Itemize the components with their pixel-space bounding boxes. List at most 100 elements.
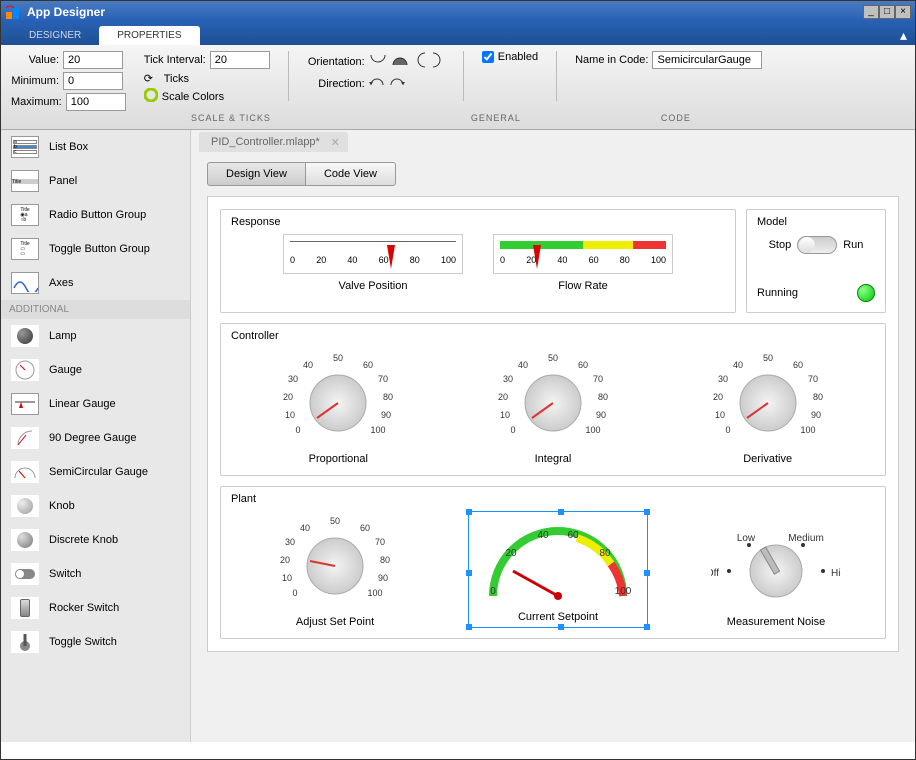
svg-text:70: 70 [378, 374, 388, 384]
direction-label: Direction: [307, 78, 365, 90]
tick-interval-input[interactable] [210, 51, 270, 69]
ribbon-panel: Value: Minimum: Maximum: Tick Interval: … [1, 45, 915, 130]
code-view-tab[interactable]: Code View [306, 162, 396, 186]
svg-text:90: 90 [811, 410, 821, 420]
orient-up-icon[interactable] [391, 53, 409, 70]
response-group[interactable]: Response 020406080100 Valve Position [220, 209, 736, 313]
palette-switch[interactable]: Switch [1, 557, 190, 591]
svg-text:70: 70 [808, 374, 818, 384]
palette-knob[interactable]: Knob [1, 489, 190, 523]
palette-toggle-group[interactable]: Title▭▭Toggle Button Group [1, 232, 190, 266]
file-tab[interactable]: PID_Controller.mlapp*✕ [199, 132, 348, 152]
adjust-setpoint-knob[interactable]: 0102030405060708090100 Adjust Set Point [260, 511, 410, 628]
name-in-code-input[interactable] [652, 51, 762, 69]
svg-text:60: 60 [567, 530, 579, 541]
proportional-knob[interactable]: 0102030405060708090100 Proportional [263, 348, 413, 465]
svg-text:40: 40 [518, 360, 528, 370]
tab-designer[interactable]: DESIGNER [11, 26, 99, 45]
svg-text:100: 100 [371, 425, 386, 435]
direction-ccw-icon[interactable] [369, 75, 385, 92]
integral-knob[interactable]: 0102030405060708090100 Integral [478, 348, 628, 465]
svg-text:100: 100 [800, 425, 815, 435]
palette-axes[interactable]: Axes [1, 266, 190, 300]
svg-text:Low: Low [737, 533, 756, 544]
min-label: Minimum: [11, 75, 59, 87]
palette-gauge[interactable]: Gauge [1, 353, 190, 387]
enabled-label: Enabled [498, 51, 538, 63]
name-in-code-label: Name in Code: [575, 54, 648, 66]
value-input[interactable] [63, 51, 123, 69]
design-canvas[interactable]: Response 020406080100 Valve Position [207, 196, 899, 652]
direction-cw-icon[interactable] [389, 75, 405, 92]
stop-label: Stop [769, 239, 792, 251]
ribbon-collapse-icon[interactable]: ▴ [900, 27, 907, 44]
palette-discrete-knob[interactable]: Discrete Knob [1, 523, 190, 557]
svg-text:20: 20 [498, 392, 508, 402]
tick-interval-label: Tick Interval: [144, 54, 206, 66]
svg-text:80: 80 [598, 392, 608, 402]
minimize-button[interactable]: _ [863, 5, 879, 19]
svg-text:100: 100 [367, 588, 382, 598]
window-title: App Designer [27, 5, 863, 19]
tab-properties[interactable]: PROPERTIES [99, 26, 199, 45]
section-code: CODE [661, 113, 691, 123]
enabled-checkbox[interactable] [482, 51, 494, 63]
palette-radio-group[interactable]: Title◉a○bRadio Button Group [1, 198, 190, 232]
plant-group[interactable]: Plant 0102030405060708090100 Adjust Set … [220, 486, 886, 639]
ticks-icon[interactable]: ⟳ [144, 72, 160, 85]
svg-text:80: 80 [380, 555, 390, 565]
svg-text:60: 60 [363, 360, 373, 370]
scale-colors-icon[interactable] [144, 88, 158, 105]
model-group[interactable]: Model Stop Run Running [746, 209, 886, 313]
svg-text:60: 60 [360, 523, 370, 533]
controller-group[interactable]: Controller 0102030405060708090100 Propor… [220, 323, 886, 476]
svg-text:0: 0 [510, 425, 515, 435]
svg-text:70: 70 [375, 537, 385, 547]
palette-panel[interactable]: TitlePanel [1, 164, 190, 198]
svg-text:60: 60 [793, 360, 803, 370]
svg-text:60: 60 [578, 360, 588, 370]
palette-rocker-switch[interactable]: Rocker Switch [1, 591, 190, 625]
svg-text:40: 40 [300, 523, 310, 533]
palette-toggle-switch[interactable]: Toggle Switch [1, 625, 190, 659]
maximize-button[interactable]: □ [879, 5, 895, 19]
svg-text:10: 10 [715, 410, 725, 420]
orientation-label: Orientation: [307, 56, 365, 68]
current-setpoint-gauge[interactable]: 020406080100 Current Setpoint [468, 511, 648, 628]
palette-semi-gauge[interactable]: SemiCircular Gauge [1, 455, 190, 489]
orient-down-icon[interactable] [369, 53, 387, 70]
svg-text:50: 50 [763, 353, 773, 363]
svg-text:40: 40 [303, 360, 313, 370]
ribbon-tab-bar: DESIGNER PROPERTIES ▴ [1, 23, 915, 45]
svg-text:50: 50 [548, 353, 558, 363]
app-logo-icon [5, 4, 21, 20]
orient-left-icon[interactable] [413, 51, 427, 72]
derivative-knob[interactable]: 0102030405060708090100 Derivative [693, 348, 843, 465]
flow-rate-gauge[interactable]: 020406080100 Flow Rate [493, 234, 673, 292]
palette-lamp[interactable]: Lamp [1, 319, 190, 353]
svg-text:0: 0 [725, 425, 730, 435]
min-input[interactable] [63, 72, 123, 90]
valve-position-gauge[interactable]: 020406080100 Valve Position [283, 234, 463, 292]
palette-section-additional: ADDITIONAL [1, 300, 190, 319]
measurement-noise-knob[interactable]: Off Low Medium High Measurement Noise [706, 521, 846, 628]
file-tab-close-icon[interactable]: ✕ [331, 136, 340, 149]
close-button[interactable]: × [895, 5, 911, 19]
max-input[interactable] [66, 93, 126, 111]
palette-linear-gauge[interactable]: Linear Gauge [1, 387, 190, 421]
design-view-tab[interactable]: Design View [207, 162, 306, 186]
svg-text:50: 50 [330, 516, 340, 526]
palette-90-gauge[interactable]: 90 Degree Gauge [1, 421, 190, 455]
model-switch[interactable] [797, 236, 837, 254]
svg-text:0: 0 [292, 588, 297, 598]
svg-text:90: 90 [378, 573, 388, 583]
title-bar: App Designer _ □ × [1, 1, 915, 23]
svg-text:0: 0 [490, 586, 496, 597]
orient-right-icon[interactable] [431, 51, 445, 72]
component-palette: abcList Box TitlePanel Title◉a○bRadio Bu… [1, 130, 191, 742]
running-label: Running [757, 287, 798, 299]
section-scale: SCALE & TICKS [191, 113, 271, 123]
svg-text:80: 80 [813, 392, 823, 402]
palette-listbox[interactable]: abcList Box [1, 130, 190, 164]
value-label: Value: [11, 54, 59, 66]
